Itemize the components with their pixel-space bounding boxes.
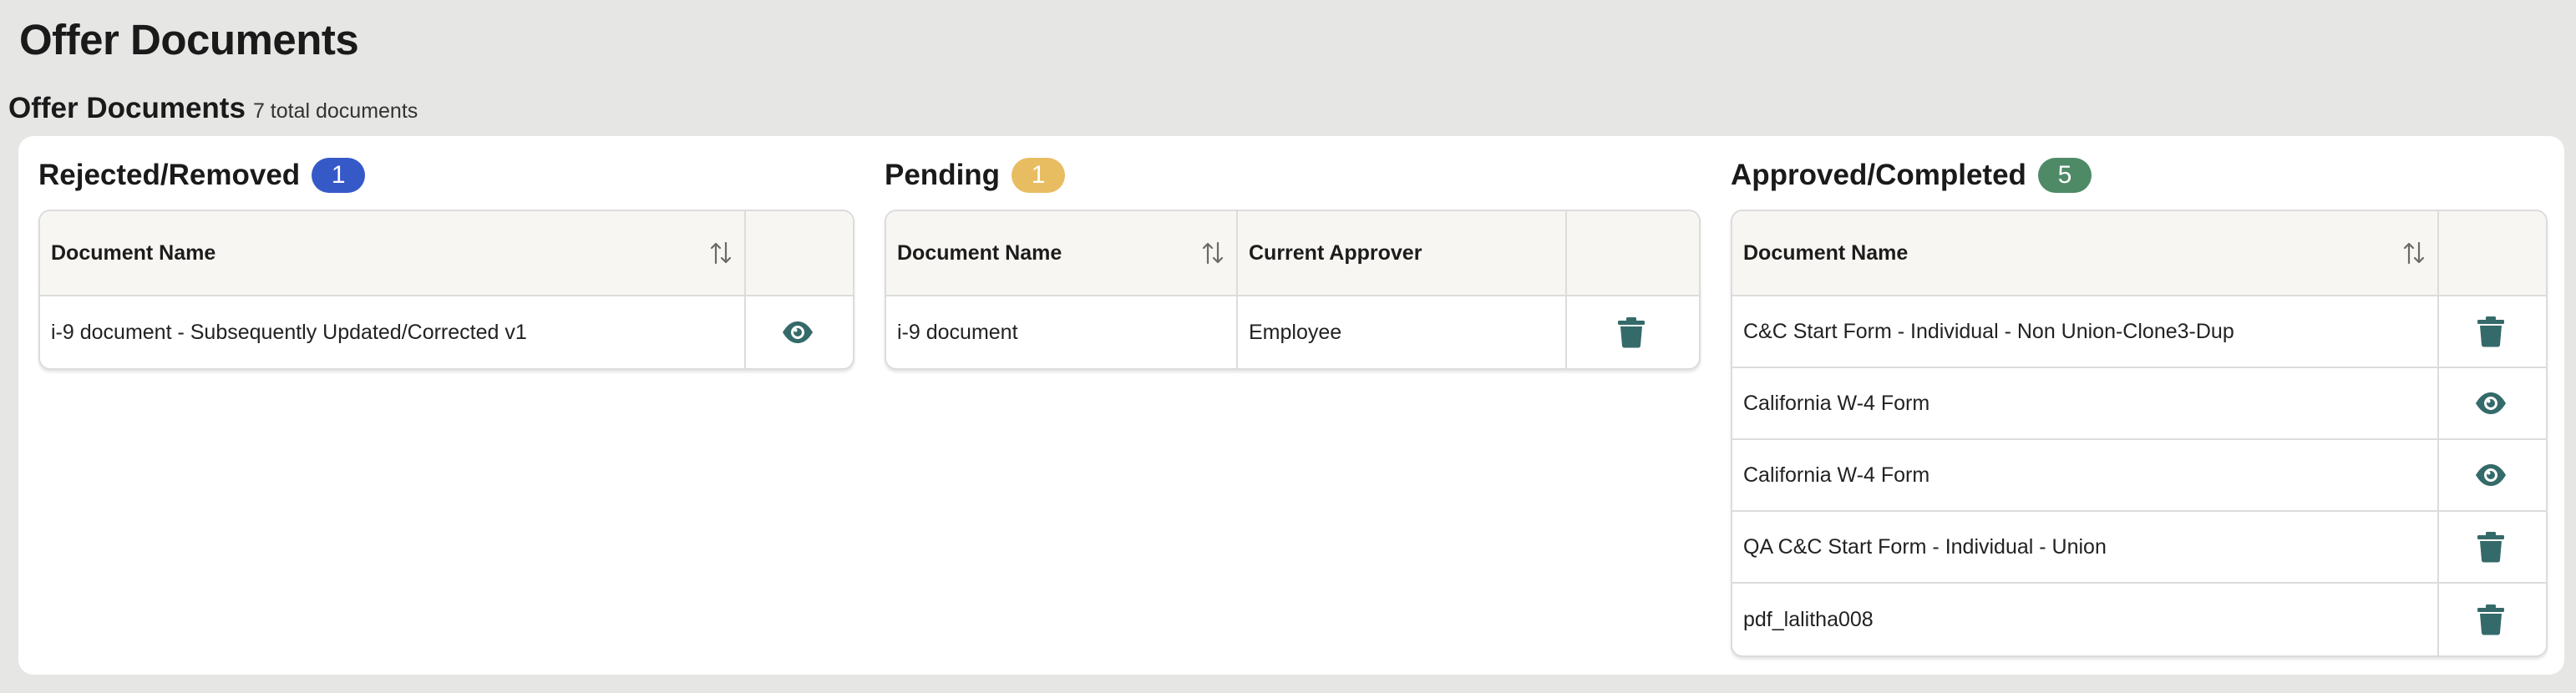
column-header-actions [746,211,849,295]
column-header-actions [1567,211,1696,295]
section-title: Rejected/Removed [38,159,301,191]
documents-summary: Offer Documents 7 total documents [8,92,418,125]
sort-icon[interactable] [709,240,733,266]
table-header-row: Document Name [1732,211,2546,296]
table-header-row: Document Name Current Approver [886,211,1699,296]
count-badge: 5 [2037,158,2092,193]
documents-card: Rejected/Removed 1 Document Name i-9 doc… [18,136,2564,675]
table-row: QA C&C Start Form - Individual - Union [1732,512,2546,584]
document-name-cell: i-9 document - Subsequently Updated/Corr… [40,296,746,368]
column-label: Document Name [51,240,216,265]
rejected-table: Document Name i-9 document - Subsequentl… [38,210,854,370]
column-header-document-name[interactable]: Document Name [40,211,746,295]
document-name-cell: California W-4 Form [1732,440,2439,510]
view-icon[interactable] [2474,458,2508,492]
section-title: Pending [885,159,1001,191]
action-cell [2439,368,2543,438]
document-name-cell: i-9 document [886,296,1238,368]
trash-icon[interactable] [2474,315,2508,348]
column-label: Document Name [897,240,1062,265]
document-name-cell: California W-4 Form [1732,368,2439,438]
table-row: C&C Start Form - Individual - Non Union-… [1732,296,2546,368]
view-icon[interactable] [781,316,814,349]
action-cell [2439,440,2543,510]
action-cell [1567,296,1696,368]
trash-icon[interactable] [2474,603,2508,636]
page-title: Offer Documents [19,16,359,63]
summary-title: Offer Documents [8,92,246,124]
trash-icon[interactable] [2474,530,2508,564]
document-name-cell: QA C&C Start Form - Individual - Union [1732,512,2439,582]
table-row: i-9 document - Subsequently Updated/Corr… [40,296,853,368]
pending-table: Document Name Current Approver i-9 docum… [885,210,1701,370]
trash-icon[interactable] [1615,316,1648,349]
table-row: pdf_lalitha008 [1732,584,2546,655]
sort-icon[interactable] [1201,240,1225,266]
total-documents-count: 7 total documents [252,99,418,123]
column-header-document-name[interactable]: Document Name [886,211,1238,295]
sort-icon[interactable] [2402,240,2426,266]
action-cell [2439,296,2543,367]
column-header-current-approver: Current Approver [1238,211,1567,295]
current-approver-cell: Employee [1238,296,1567,368]
section-header-pending: Pending 1 [885,158,1066,193]
column-header-actions [2439,211,2543,295]
section-header-approved: Approved/Completed 5 [1731,158,2092,193]
section-title: Approved/Completed [1731,159,2026,191]
view-icon[interactable] [2474,387,2508,420]
table-row: i-9 document Employee [886,296,1699,368]
count-badge: 1 [1012,158,1066,193]
table-header-row: Document Name [40,211,853,296]
table-row: California W-4 Form [1732,440,2546,512]
document-name-cell: pdf_lalitha008 [1732,584,2439,655]
section-header-rejected: Rejected/Removed 1 [38,158,366,193]
column-label: Document Name [1743,240,1909,265]
table-row: California W-4 Form [1732,368,2546,440]
action-cell [2439,584,2543,655]
column-header-document-name[interactable]: Document Name [1732,211,2439,295]
count-badge: 1 [312,158,366,193]
document-name-cell: C&C Start Form - Individual - Non Union-… [1732,296,2439,367]
action-cell [746,296,849,368]
action-cell [2439,512,2543,582]
approved-table: Document Name C&C Start Form - Individua… [1731,210,2548,657]
